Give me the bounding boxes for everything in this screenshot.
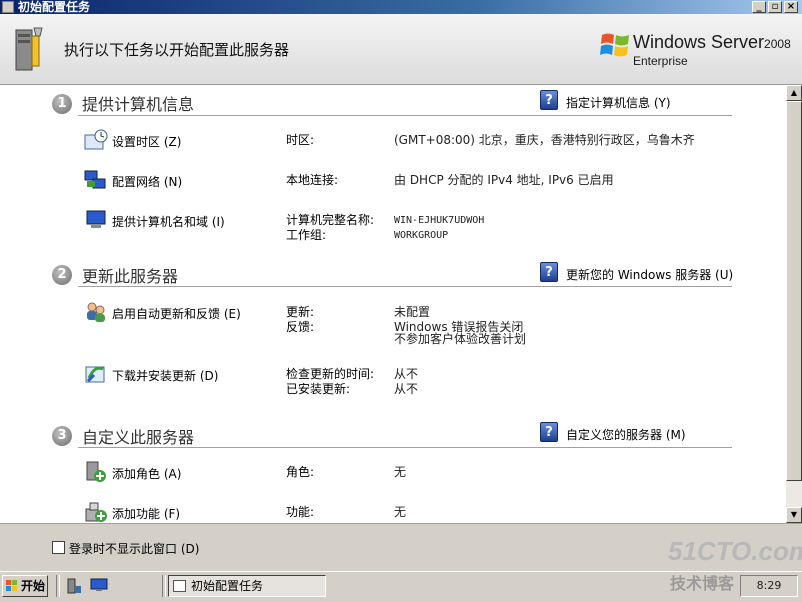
computer-name-domain-link[interactable]: 提供计算机名和域 (I) xyxy=(112,213,225,230)
section-number-2: 2 xyxy=(52,265,72,285)
windows-flag-icon xyxy=(600,33,629,57)
customize-server-link[interactable]: 自定义您的服务器 (M) xyxy=(566,426,686,443)
clock-icon xyxy=(84,129,108,150)
update-windows-server-link[interactable]: 更新您的 Windows 服务器 (U) xyxy=(566,266,733,283)
minimize-button[interactable]: _ xyxy=(752,1,766,13)
feedback-label: 反馈: xyxy=(286,320,315,334)
taskbar: 开始 初始配置任务 技术博客 8:29 xyxy=(0,571,802,602)
roles-value: 无 xyxy=(394,465,407,479)
dont-show-at-logon-checkbox[interactable] xyxy=(52,541,65,554)
computer-full-name-value: WIN-EJHUK7UDWOH xyxy=(394,215,485,226)
section-number-1: 1 xyxy=(52,94,72,114)
network-icon xyxy=(84,170,106,189)
show-desktop-icon[interactable] xyxy=(90,578,108,592)
enable-auto-update-link[interactable]: 启用自动更新和反馈 (E) xyxy=(112,305,241,322)
set-timezone-link[interactable]: 设置时区 (Z) xyxy=(112,133,181,150)
scroll-down-button[interactable]: ▼ xyxy=(786,507,802,523)
taskbar-separator xyxy=(56,575,60,597)
taskbar-window-button[interactable]: 初始配置任务 xyxy=(168,575,326,597)
workgroup-value: WORKGROUP xyxy=(394,230,449,241)
add-roles-link[interactable]: 添加角色 (A) xyxy=(112,465,181,482)
local-connection-value: 由 DHCP 分配的 IPv4 地址, IPv6 已启用 xyxy=(394,173,614,187)
vertical-scrollbar[interactable]: ▲ ▼ xyxy=(786,85,802,523)
specify-computer-info-link[interactable]: 指定计算机信息 (Y) xyxy=(566,94,671,111)
workgroup-label: 工作组: xyxy=(286,228,327,242)
taskbar-separator xyxy=(162,575,166,597)
features-label: 功能: xyxy=(286,505,315,519)
start-button[interactable]: 开始 xyxy=(2,575,48,597)
check-updates-time-label: 检查更新的时间: xyxy=(286,367,375,381)
help-icon[interactable]: ? xyxy=(540,90,558,110)
roles-label: 角色: xyxy=(286,465,315,479)
updates-value: 未配置 xyxy=(394,305,431,319)
help-icon[interactable]: ? xyxy=(540,422,558,442)
scroll-thumb[interactable] xyxy=(786,101,802,481)
section-divider xyxy=(78,115,732,116)
page-title: 执行以下任务以开始配置此服务器 xyxy=(64,41,290,59)
logo-product: Windows Server2008 xyxy=(633,32,791,52)
taskbar-window-label: 初始配置任务 xyxy=(191,579,264,593)
server-manager-icon[interactable] xyxy=(66,578,82,594)
window-title: 初始配置任务 xyxy=(18,0,91,14)
windows-server-logo: Windows Server2008 Enterprise xyxy=(600,28,800,74)
start-label: 开始 xyxy=(21,579,46,593)
features-value: 无 xyxy=(394,505,407,519)
configure-network-link[interactable]: 配置网络 (N) xyxy=(112,173,182,190)
ceip-value: 不参加客户体验改善计划 xyxy=(394,332,527,346)
installed-updates-label: 已安装更新: xyxy=(286,382,351,396)
watermark-text: 技术博客 xyxy=(670,574,735,593)
maximize-button[interactable]: ▫ xyxy=(768,1,782,13)
section-divider xyxy=(78,447,732,448)
local-connection-label: 本地连接: xyxy=(286,173,339,187)
scroll-up-button[interactable]: ▲ xyxy=(786,85,802,101)
section-divider xyxy=(78,286,732,287)
add-role-icon xyxy=(86,461,106,482)
window-icon xyxy=(173,580,186,592)
windows-flag-icon xyxy=(6,580,17,591)
logo-edition: Enterprise xyxy=(633,54,688,68)
download-install-updates-link[interactable]: 下载并安装更新 (D) xyxy=(112,367,218,384)
close-button[interactable]: × xyxy=(784,1,798,13)
computer-icon xyxy=(86,210,106,228)
updates-label: 更新: xyxy=(286,305,315,319)
add-feature-icon xyxy=(85,502,107,522)
users-icon xyxy=(87,302,105,322)
header-banner: 执行以下任务以开始配置此服务器 Windows Server2008 Enter… xyxy=(0,14,802,85)
timezone-label: 时区: xyxy=(286,133,315,147)
window-icon xyxy=(2,1,14,13)
update-icon xyxy=(85,366,105,383)
system-tray-clock[interactable]: 8:29 xyxy=(740,575,798,597)
section-title-computer-info: 提供计算机信息 xyxy=(82,95,195,114)
dont-show-at-logon-label[interactable]: 登录时不显示此窗口 (D) xyxy=(69,540,199,557)
check-updates-time-value: 从不 xyxy=(394,367,419,381)
installed-updates-value: 从不 xyxy=(394,382,419,396)
window-title-bar[interactable]: 初始配置任务 _ ▫ × xyxy=(0,0,802,14)
task-content: 1 提供计算机信息 ? 指定计算机信息 (Y) 设置时区 (Z) 时区: (GM… xyxy=(0,85,786,523)
add-features-link[interactable]: 添加功能 (F) xyxy=(112,505,180,522)
server-tools-icon xyxy=(15,27,43,71)
section-title-update-server: 更新此服务器 xyxy=(82,267,179,286)
window-controls: _ ▫ × xyxy=(752,0,798,14)
footer-bar: 登录时不显示此窗口 (D) 51CTO.com xyxy=(0,523,802,572)
computer-full-name-label: 计算机完整名称: xyxy=(286,213,375,227)
watermark-logo: 51CTO.com xyxy=(668,536,802,566)
help-icon[interactable]: ? xyxy=(540,262,558,282)
section-number-3: 3 xyxy=(52,426,72,446)
timezone-value: (GMT+08:00) 北京，重庆，香港特别行政区，乌鲁木齐 xyxy=(394,133,695,147)
section-title-customize-server: 自定义此服务器 xyxy=(82,428,195,447)
